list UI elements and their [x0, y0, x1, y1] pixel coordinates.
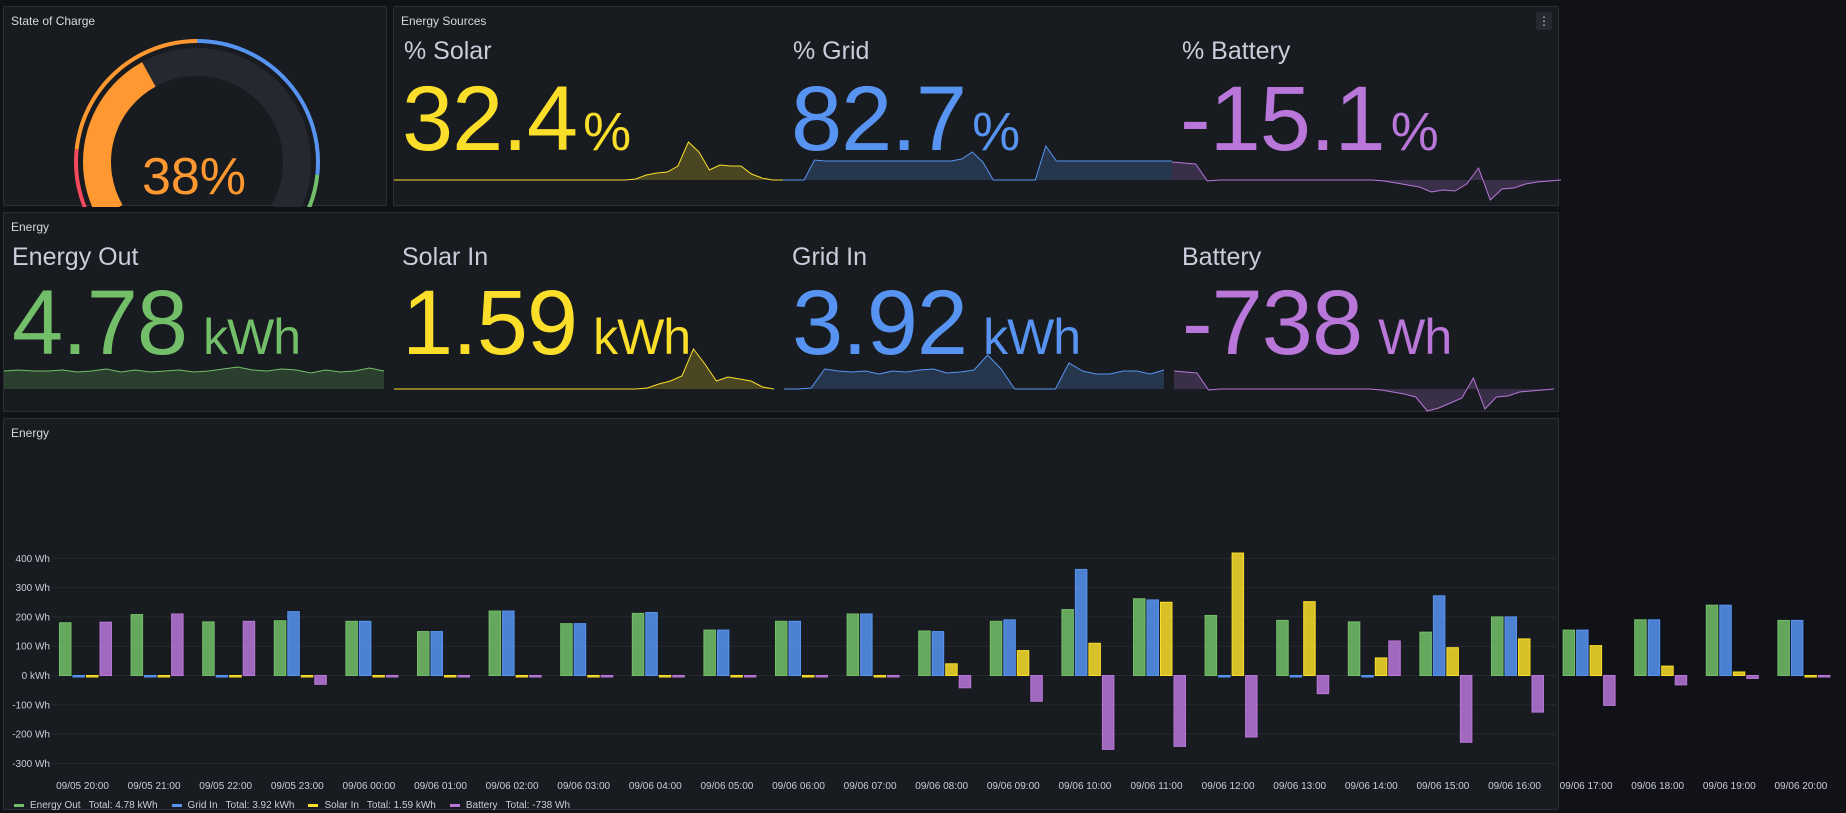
stat-grid-in: Grid In 3.92 kWh: [784, 213, 1164, 413]
stat-solar: % Solar 32.4%: [394, 7, 783, 207]
x-tick-label: 09/06 17:00: [1560, 781, 1613, 792]
stat-value: 32.4%: [402, 67, 631, 172]
legend-summary: Total: 3.92 kWh: [225, 800, 295, 811]
bar-battery: [1817, 675, 1831, 678]
energy-stats-panel: Energy Energy Out 4.78 kWh Solar In 1.59 kWh G…: [3, 212, 1559, 412]
sparkline-area: [1174, 371, 1554, 411]
stat-value: 4.78 kWh: [12, 271, 301, 376]
legend-name: Grid In: [187, 800, 218, 811]
bar-energy-out: [1705, 604, 1719, 676]
bar-solar-in: [1589, 645, 1603, 677]
bar-grid-in: [1790, 619, 1804, 677]
stat-number: 1.59: [402, 272, 578, 374]
stat-grid: % Grid 82.7%: [783, 7, 1172, 207]
stat-battery: Battery -738 Wh: [1174, 213, 1554, 413]
legend-swatch: [449, 803, 460, 807]
stat-value: 1.59 kWh: [402, 271, 691, 376]
legend-swatch: [14, 803, 24, 807]
x-tick-label: 09/06 18:00: [1631, 781, 1684, 792]
legend-summary: Total: 4.78 kWh: [88, 800, 158, 811]
legend-name: Battery: [465, 800, 498, 811]
bar-battery: [1603, 675, 1616, 706]
bar-battery: [1746, 675, 1759, 679]
stat-number: -738: [1182, 272, 1363, 374]
stat-battery: % Battery -15.1%: [1172, 7, 1561, 207]
stat-solar-in: Solar In 1.59 kWh: [394, 213, 774, 413]
stat-unit: kWh: [203, 309, 301, 365]
legend-name: Solar In: [324, 800, 359, 811]
bar-solar-in: [1804, 675, 1817, 678]
bar-energy-out: [1634, 619, 1647, 677]
stat-value: -15.1%: [1180, 67, 1439, 172]
stat-value: 82.7%: [791, 67, 1020, 172]
bar-energy-out: [1562, 629, 1576, 677]
stat-unit: Wh: [1378, 309, 1452, 365]
stat-unit: %: [1390, 102, 1439, 162]
bar-battery: [1674, 675, 1688, 686]
bar-grid-in: [1576, 629, 1589, 677]
stat-number: 32.4: [402, 68, 578, 170]
bar-grid-in: [1647, 619, 1661, 677]
bar-grid-in: [1719, 604, 1732, 676]
stat-number: 4.78: [12, 272, 188, 374]
stat-number: -15.1: [1180, 68, 1386, 170]
legend-item[interactable]: Grid In Total: 3.92 kWh: [171, 800, 295, 811]
energy-sources-panel: Energy Sources ⋮ % Solar 32.4%% Grid 82.7%…: [393, 6, 1561, 207]
bar-solar-in: [1661, 665, 1674, 677]
legend-summary: Total: 1.59 kWh: [366, 800, 436, 811]
energy-chart-panel: Energy: [3, 418, 1559, 810]
stat-unit: %: [972, 102, 1020, 162]
soc-gauge: 38%: [74, 39, 320, 207]
legend-swatch: [308, 803, 319, 807]
legend-swatch: [171, 803, 182, 807]
stat-unit: %: [583, 102, 631, 162]
legend-item[interactable]: Solar In Total: 1.59 kWh: [308, 800, 436, 811]
stat-number: 3.92: [792, 272, 968, 374]
chart-legend: Energy Out Total: 4.78 kWh Grid In Total: 3…: [14, 800, 584, 811]
x-tick-label: 09/06 19:00: [1703, 781, 1756, 792]
energy-chart-title: Energy: [11, 426, 50, 440]
soc-value: 38%: [142, 148, 246, 206]
legend-summary: Total: -738 Wh: [505, 800, 571, 811]
stat-unit: kWh: [593, 309, 691, 365]
stat-value: -738 Wh: [1182, 271, 1452, 376]
bar-energy-out: [1777, 619, 1790, 677]
stat-energy-out: Energy Out 4.78 kWh: [4, 213, 384, 413]
x-tick-label: 09/06 20:00: [1774, 781, 1827, 792]
legend-item[interactable]: Energy Out Total: 4.78 kWh: [14, 800, 158, 811]
legend-name: Energy Out: [30, 800, 81, 811]
stat-unit: kWh: [983, 309, 1081, 365]
soc-panel: State of Charge 38%: [3, 6, 387, 207]
stat-number: 82.7: [791, 68, 967, 170]
stat-value: 3.92 kWh: [792, 271, 1081, 376]
bar-solar-in: [1732, 671, 1746, 677]
legend-item[interactable]: Battery Total: -738 Wh: [449, 800, 571, 811]
